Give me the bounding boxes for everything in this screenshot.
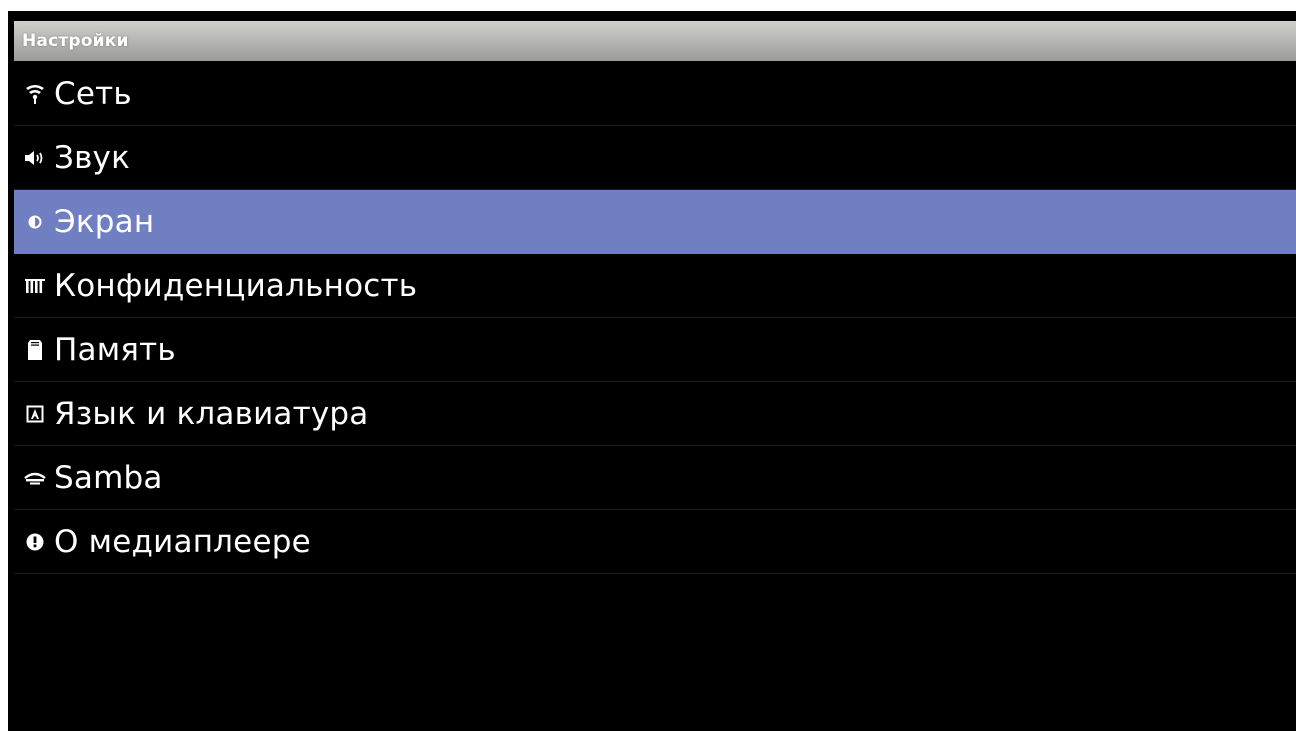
settings-item-privacy[interactable]: Конфиденциальность (14, 254, 1296, 318)
settings-item-samba[interactable]: Samba (14, 446, 1296, 510)
speaker-icon (22, 145, 48, 171)
settings-item-network[interactable]: Сеть (14, 62, 1296, 126)
page-title: Настройки (22, 31, 129, 51)
settings-item-storage[interactable]: Память (14, 318, 1296, 382)
storage-icon (22, 337, 48, 363)
settings-item-label: Язык и клавиатура (54, 395, 369, 432)
settings-item-about[interactable]: О медиаплеере (14, 510, 1296, 574)
brightness-icon (22, 209, 48, 235)
settings-item-label: Звук (54, 139, 131, 176)
settings-item-language-keyboard[interactable]: Язык и клавиатура (14, 382, 1296, 446)
settings-item-label: Samba (54, 459, 163, 496)
title-bar: Настройки (14, 21, 1296, 61)
settings-item-label: Память (54, 331, 176, 368)
settings-item-label: Экран (54, 203, 155, 240)
settings-item-label: Конфиденциальность (54, 267, 418, 304)
settings-screen: Настройки Сеть Звук Экран Конфиденциальн… (8, 11, 1296, 731)
keyboard-icon (22, 401, 48, 427)
settings-item-display[interactable]: Экран (14, 190, 1296, 254)
settings-list: Сеть Звук Экран Конфиденциальность Памят… (14, 62, 1296, 574)
wifi-icon (22, 81, 48, 107)
settings-item-label: Сеть (54, 75, 132, 112)
samba-icon (22, 465, 48, 491)
privacy-icon (22, 273, 48, 299)
info-icon (22, 529, 48, 555)
settings-item-label: О медиаплеере (54, 523, 311, 560)
settings-item-sound[interactable]: Звук (14, 126, 1296, 190)
